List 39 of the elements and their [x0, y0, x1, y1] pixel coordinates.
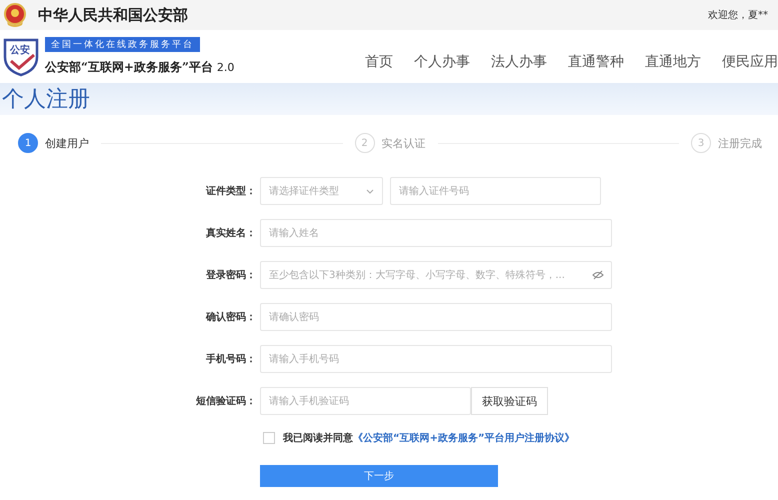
- step-number: 3: [691, 133, 711, 153]
- nav-link[interactable]: 直通地方: [645, 52, 701, 70]
- agreement-link[interactable]: 《公安部“互联网+政务服务”平台用户注册协议》: [353, 431, 575, 445]
- password-field[interactable]: 至少包含以下3种类别：大写字母、小写字母、数字、特殊符号，...: [260, 261, 612, 289]
- get-code-button[interactable]: 获取验证码: [471, 387, 548, 415]
- step-number: 2: [354, 133, 374, 153]
- platform-name: 公安部“互联网+政务服务”平台: [45, 60, 213, 74]
- nav-link[interactable]: 便民应用: [722, 52, 778, 70]
- input-field[interactable]: 请输入姓名: [260, 219, 612, 247]
- agree-checkbox[interactable]: [263, 432, 275, 444]
- version-text: 2.0: [216, 61, 234, 74]
- input-field[interactable]: 请输入手机号码: [260, 345, 612, 373]
- field-label: 确认密码：: [204, 310, 257, 324]
- shield-logo: [3, 36, 39, 76]
- field-label: 短信验证码：: [195, 394, 257, 408]
- logo-text: 公安: [10, 43, 30, 56]
- input-field[interactable]: 请输入证件号码: [390, 177, 601, 205]
- field-label: 手机号码：: [205, 352, 257, 366]
- tagline-banner: 全国一体化在线政务服务平台: [45, 37, 200, 52]
- field-label: 证件类型：: [204, 184, 257, 198]
- page-title: 个人注册: [2, 86, 90, 114]
- step-number: 1: [18, 133, 38, 153]
- ministry-name: 中华人民共和国公安部: [38, 6, 188, 24]
- step-label: 创建用户: [45, 136, 89, 150]
- step-label: 实名认证: [382, 136, 426, 150]
- nav-link[interactable]: 首页: [365, 52, 393, 70]
- input-field[interactable]: 请确认密码: [260, 303, 612, 331]
- nav-link[interactable]: 个人办事: [414, 52, 470, 70]
- field-label: 真实姓名：: [205, 226, 257, 240]
- step-label: 注册完成: [718, 136, 762, 150]
- agree-text: 我已阅读并同意: [283, 431, 353, 445]
- field-label: 登录密码：: [204, 268, 257, 282]
- emblem-icon: [4, 3, 26, 27]
- welcome-text: 欢迎您，夏**: [708, 8, 768, 22]
- nav-link[interactable]: 直通警种: [568, 52, 624, 70]
- input-field[interactable]: 请输入手机验证码: [260, 387, 471, 415]
- nav-link[interactable]: 法人办事: [491, 52, 547, 70]
- hidden-eye-icon[interactable]: [592, 270, 604, 280]
- chevron-icon: [366, 188, 374, 194]
